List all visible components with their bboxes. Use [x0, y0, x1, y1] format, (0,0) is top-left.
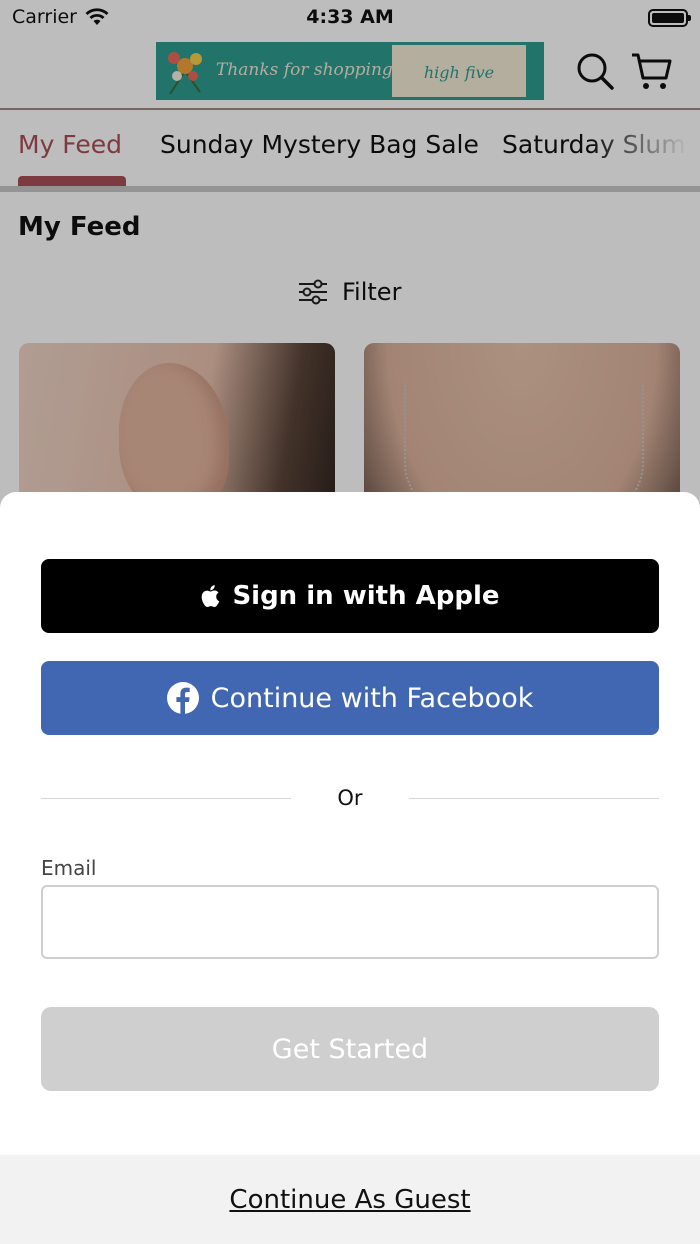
sign-in-with-apple-button[interactable]: Sign in with Apple — [41, 559, 659, 633]
continue-as-guest-link[interactable]: Continue As Guest — [229, 1185, 470, 1215]
guest-bar: Continue As Guest — [0, 1155, 700, 1244]
get-started-label: Get Started — [271, 1033, 429, 1065]
or-divider: Or — [41, 784, 659, 814]
facebook-button-label: Continue with Facebook — [210, 682, 534, 714]
sign-in-sheet: Sign in with Apple Continue with Faceboo… — [0, 492, 700, 1244]
continue-with-facebook-button[interactable]: Continue with Facebook — [41, 661, 659, 735]
email-field[interactable] — [41, 885, 659, 959]
get-started-button[interactable]: Get Started — [41, 1007, 659, 1091]
apple-button-label: Sign in with Apple — [232, 581, 500, 611]
apple-icon — [202, 585, 220, 607]
email-label: Email — [41, 856, 97, 880]
divider-line — [409, 798, 659, 799]
facebook-icon — [166, 682, 199, 714]
